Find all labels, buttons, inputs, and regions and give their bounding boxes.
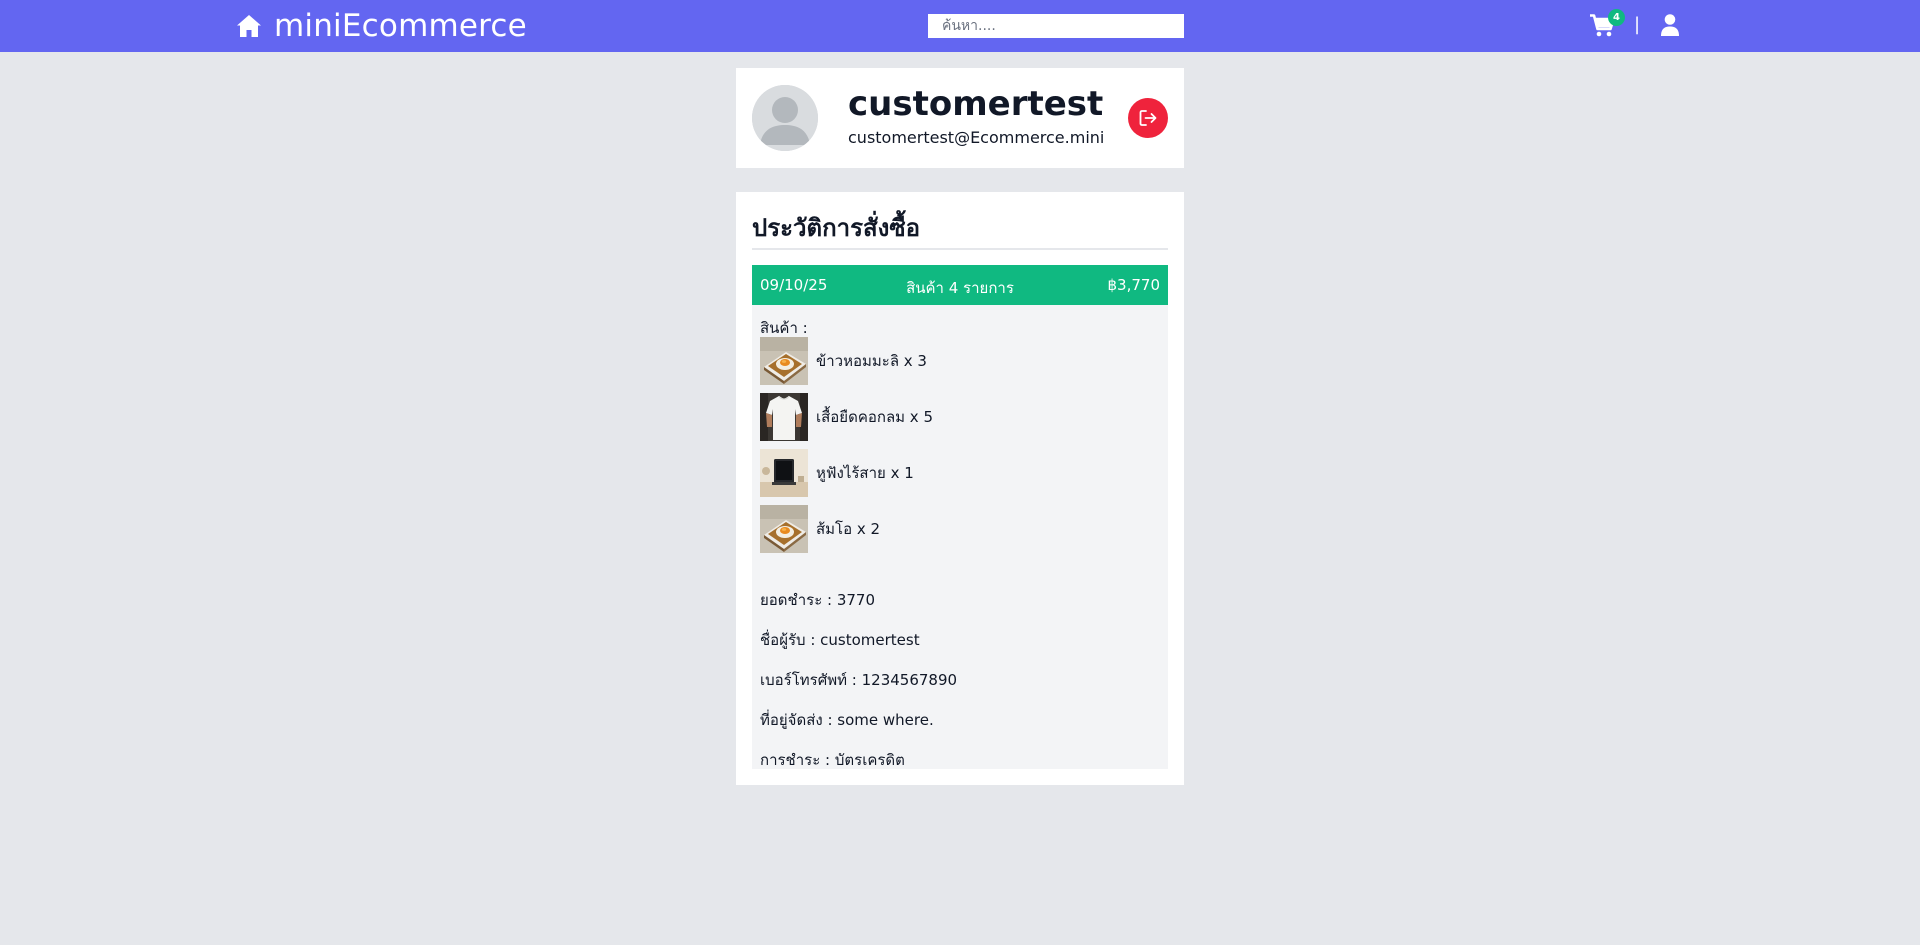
cart-button[interactable]: 4 [1588, 9, 1625, 38]
item-name: ส้มโอ x 2 [816, 520, 881, 538]
item-name: หูฟังไร้สาย x 1 [816, 464, 914, 482]
user-profile-button[interactable] [1660, 14, 1680, 36]
avatar [752, 85, 818, 151]
search-input[interactable] [928, 14, 1184, 38]
order-history-card: ประวัติการสั่งซื้อ 09/10/25 สินค้า 4 ราย… [736, 192, 1184, 785]
order-recipient: ชื่อผู้รับ : customertest [760, 631, 920, 649]
order-payment: การชำระ : บัตรเครดิต [760, 751, 905, 769]
order-item: ส้มโอ x 2 [760, 505, 1140, 553]
product-thumbnail [760, 505, 808, 553]
item-name: เสื้อยืดคอกลม x 5 [816, 408, 933, 426]
user-icon [1661, 14, 1679, 36]
order-item: เสื้อยืดคอกลม x 5 [760, 393, 1140, 441]
tablet-device-image [760, 449, 808, 497]
title-divider [752, 248, 1168, 250]
order-address: ที่อยู่จัดส่ง : some where. [760, 711, 934, 729]
product-thumbnail [760, 393, 808, 441]
order-summary-header[interactable]: 09/10/25 สินค้า 4 รายการ ฿3,770 [752, 265, 1168, 305]
default-avatar-icon [752, 85, 818, 151]
order-item: ข้าวหอมมะลิ x 3 [760, 337, 1140, 385]
nav-divider: | [1634, 14, 1641, 35]
profile-name: customertest [848, 84, 1104, 124]
rice-dish-image [760, 337, 808, 385]
order-item: หูฟังไร้สาย x 1 [760, 449, 1140, 497]
order-card: 09/10/25 สินค้า 4 รายการ ฿3,770 สินค้า : [752, 265, 1168, 769]
navbar: miniEcommerce 4 | [0, 0, 1920, 52]
logout-button[interactable] [1128, 98, 1168, 138]
profile-email: customertest@Ecommerce.mini [848, 128, 1105, 147]
profile-card: customertest customertest@Ecommerce.mini [736, 68, 1184, 168]
brand-name: miniEcommerce [274, 8, 527, 44]
order-item-count: สินค้า 4 รายการ [906, 279, 1014, 297]
home-icon [237, 15, 261, 37]
logout-icon [1139, 110, 1157, 126]
order-phone: เบอร์โทรศัพท์ : 1234567890 [760, 671, 958, 689]
cart-count-badge: 4 [1608, 9, 1625, 26]
rice-dish-image [760, 505, 808, 553]
white-tshirt-image [760, 393, 808, 441]
product-thumbnail [760, 449, 808, 497]
item-name: ข้าวหอมมะลิ x 3 [816, 352, 927, 370]
home-link[interactable]: miniEcommerce [236, 6, 527, 46]
order-history-title: ประวัติการสั่งซื้อ [752, 214, 921, 242]
order-total: ฿3,770 [1107, 276, 1161, 294]
order-amount: ยอดชำระ : 3770 [760, 591, 876, 609]
product-thumbnail [760, 337, 808, 385]
